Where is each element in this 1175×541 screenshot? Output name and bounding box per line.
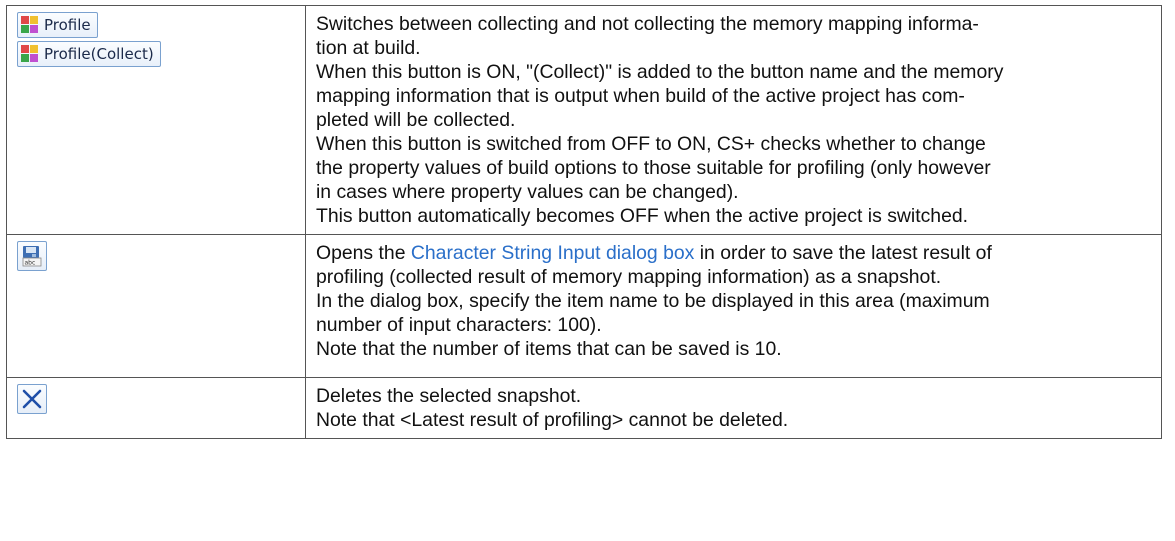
description-line: pleted will be collected.: [316, 109, 516, 131]
description-line: Switches between collecting and not coll…: [316, 13, 979, 35]
character-string-input-link[interactable]: Character String Input dialog box: [411, 242, 694, 264]
profile-collect-button[interactable]: Profile(Collect): [17, 41, 161, 67]
description-line: the property values of build options to …: [316, 157, 991, 179]
profile-collect-button-label: Profile(Collect): [44, 45, 154, 63]
table-row: Profile Profile(Collect) Switches betwee…: [6, 5, 1162, 235]
button-reference-table: Profile Profile(Collect) Switches betwee…: [6, 5, 1162, 439]
description-line: profiling (collected result of memory ma…: [316, 266, 942, 288]
save-snapshot-button[interactable]: abc: [17, 241, 47, 271]
save-snapshot-icon: abc: [22, 246, 42, 267]
profile-button-label: Profile: [44, 16, 91, 34]
button-cell: abc: [6, 234, 306, 378]
description-text: Opens the: [316, 242, 411, 264]
profile-button[interactable]: Profile: [17, 12, 98, 38]
description-cell: Switches between collecting and not coll…: [305, 5, 1162, 235]
button-cell: Profile Profile(Collect): [6, 5, 306, 235]
table-row: Deletes the selected snapshot. Note that…: [6, 377, 1162, 439]
delete-icon: [22, 389, 42, 409]
description-line: tion at build.: [316, 37, 421, 59]
description-line: In the dialog box, specify the item name…: [316, 290, 990, 312]
delete-button[interactable]: [17, 384, 47, 414]
description-line: mapping information that is output when …: [316, 85, 965, 107]
description-line: Note that <Latest result of profiling> c…: [316, 409, 789, 431]
description-text: in order to save the latest result of: [694, 242, 992, 264]
description-line: number of input characters: 100).: [316, 314, 602, 336]
description-line: Opens the Character String Input dialog …: [316, 241, 1151, 265]
profile-icon: [21, 16, 38, 33]
description-cell: Deletes the selected snapshot. Note that…: [305, 377, 1162, 439]
description-line: When this button is ON, "(Collect)" is a…: [316, 61, 1004, 83]
description-cell: Opens the Character String Input dialog …: [305, 234, 1162, 378]
description-line: Deletes the selected snapshot.: [316, 385, 582, 407]
description-line: When this button is switched from OFF to…: [316, 133, 986, 155]
svg-text:abc: abc: [25, 260, 36, 267]
description-line: in cases where property values can be ch…: [316, 181, 739, 203]
description-line: Note that the number of items that can b…: [316, 338, 782, 360]
description-line: This button automatically becomes OFF wh…: [316, 205, 969, 227]
table-row: abc Opens the Character String Input dia…: [6, 234, 1162, 378]
profile-icon: [21, 45, 38, 62]
button-cell: [6, 377, 306, 439]
